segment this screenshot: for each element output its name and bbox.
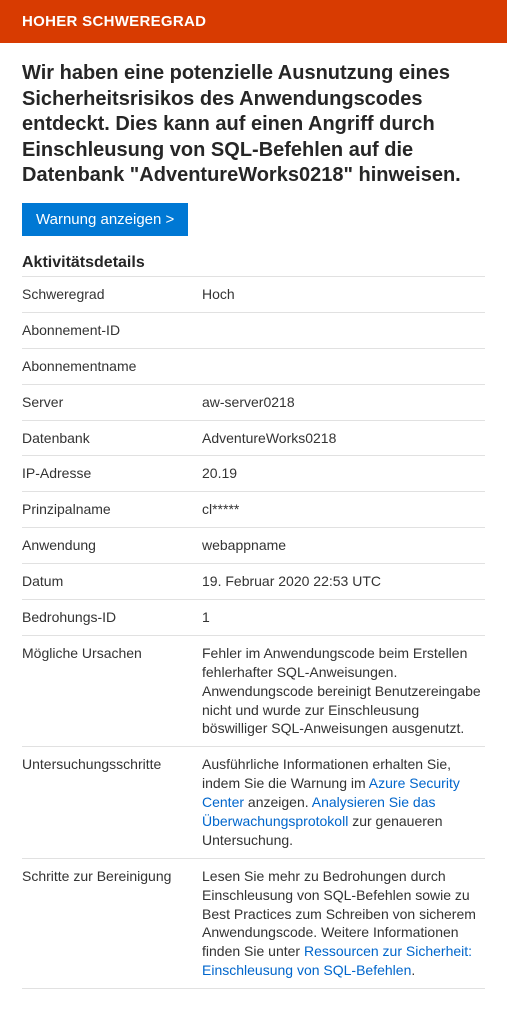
row-threat-id: Bedrohungs-ID 1 [22, 599, 485, 635]
row-principal: Prinzipalname cl***** [22, 492, 485, 528]
label-principal: Prinzipalname [22, 492, 202, 528]
value-application: webappname [202, 528, 485, 564]
value-server: aw-server0218 [202, 384, 485, 420]
row-date: Datum 19. Februar 2020 22:53 UTC [22, 564, 485, 600]
value-principal: cl***** [202, 492, 485, 528]
value-ip: 20.19 [202, 456, 485, 492]
label-server: Server [22, 384, 202, 420]
severity-banner: HOHER SCHWEREGRAD [0, 0, 507, 43]
row-server: Server aw-server0218 [22, 384, 485, 420]
row-application: Anwendung webappname [22, 528, 485, 564]
value-subscription-id [202, 312, 485, 348]
value-severity: Hoch [202, 276, 485, 312]
investigate-text-mid: anzeigen. [244, 794, 312, 810]
row-causes: Mögliche Ursachen Fehler im Anwendungsco… [22, 635, 485, 746]
row-investigate: Untersuchungsschritte Ausführliche Infor… [22, 747, 485, 858]
value-subscription-name [202, 348, 485, 384]
label-remediate: Schritte zur Bereinigung [22, 858, 202, 988]
label-database: Datenbank [22, 420, 202, 456]
value-threat-id: 1 [202, 599, 485, 635]
remediate-text-post: . [411, 962, 415, 978]
value-database: AdventureWorks0218 [202, 420, 485, 456]
label-subscription-name: Abonnementname [22, 348, 202, 384]
label-severity: Schweregrad [22, 276, 202, 312]
row-database: Datenbank AdventureWorks0218 [22, 420, 485, 456]
row-subscription-name: Abonnementname [22, 348, 485, 384]
label-ip: IP-Adresse [22, 456, 202, 492]
value-remediate: Lesen Sie mehr zu Bedrohungen durch Eins… [202, 858, 485, 988]
row-subscription-id: Abonnement-ID [22, 312, 485, 348]
value-causes: Fehler im Anwendungscode beim Erstellen … [202, 635, 485, 746]
show-warning-button[interactable]: Warnung anzeigen > [22, 203, 188, 236]
details-table: Schweregrad Hoch Abonnement-ID Abonnemen… [22, 276, 485, 989]
label-date: Datum [22, 564, 202, 600]
row-severity: Schweregrad Hoch [22, 276, 485, 312]
label-causes: Mögliche Ursachen [22, 635, 202, 746]
label-investigate: Untersuchungsschritte [22, 747, 202, 858]
value-investigate: Ausführliche Informationen erhalten Sie,… [202, 747, 485, 858]
activity-details-heading: Aktivitätsdetails [22, 254, 485, 272]
label-subscription-id: Abonnement-ID [22, 312, 202, 348]
alert-title: Wir haben eine potenzielle Ausnutzung ei… [22, 61, 485, 189]
row-ip: IP-Adresse 20.19 [22, 456, 485, 492]
content-area: Wir haben eine potenzielle Ausnutzung ei… [0, 43, 507, 1009]
row-remediate: Schritte zur Bereinigung Lesen Sie mehr … [22, 858, 485, 988]
label-application: Anwendung [22, 528, 202, 564]
value-date: 19. Februar 2020 22:53 UTC [202, 564, 485, 600]
label-threat-id: Bedrohungs-ID [22, 599, 202, 635]
